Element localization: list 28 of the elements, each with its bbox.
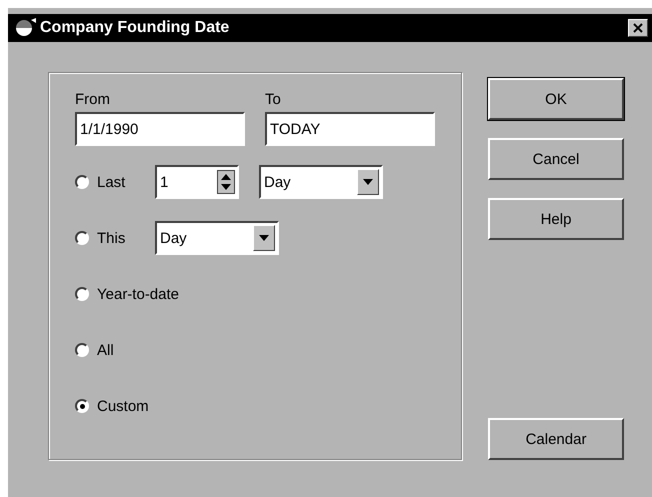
spinner-value: 1 (160, 174, 168, 190)
unit-dropdown[interactable]: Day (259, 165, 383, 199)
radio-option[interactable]: Year-to-date (75, 286, 180, 302)
caret-down-icon (363, 179, 373, 185)
dropdown-value: Day (264, 174, 291, 190)
app-icon (14, 18, 36, 38)
dialog-button[interactable]: Cancel (488, 138, 624, 180)
close-icon (633, 23, 643, 33)
dropdown-value: Day (160, 230, 187, 246)
field-label: From (75, 91, 111, 108)
radio-option[interactable]: This (75, 230, 155, 246)
dialog-button[interactable]: Help (488, 198, 624, 240)
unit-dropdown[interactable]: Day (155, 221, 279, 255)
calendar-button[interactable]: Calendar (488, 418, 624, 460)
dropdown-button[interactable] (253, 225, 275, 251)
close-button[interactable] (628, 19, 648, 37)
window-title: Company Founding Date (40, 19, 230, 37)
count-spinner[interactable]: 1 (155, 165, 239, 199)
spin-arrows-icon[interactable] (217, 170, 235, 194)
caret-down-icon (259, 235, 269, 241)
from-date-field[interactable]: 1/1/1990 (75, 112, 245, 146)
dialog-button[interactable]: OK (488, 78, 624, 120)
radio-option[interactable]: All (75, 342, 155, 358)
radio-option[interactable]: Last (75, 174, 155, 190)
to-date-field[interactable]: TODAY (265, 112, 435, 146)
dropdown-button[interactable] (357, 169, 379, 195)
field-label: To (265, 91, 282, 108)
radio-option[interactable]: Custom (75, 398, 155, 414)
